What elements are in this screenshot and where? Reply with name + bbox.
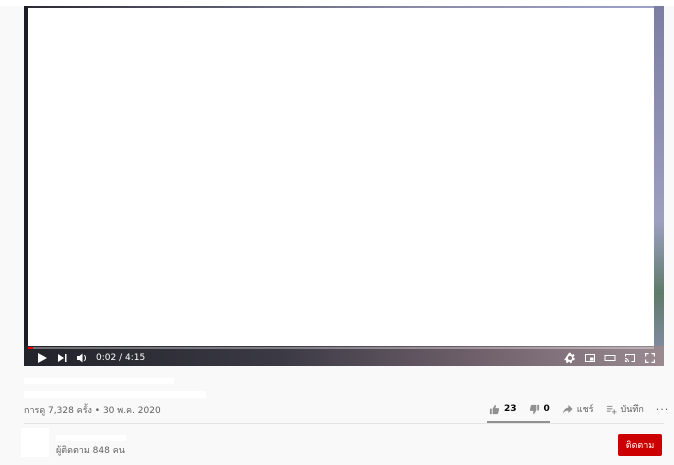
video-title-line-1 — [24, 378, 174, 384]
next-icon[interactable] — [54, 350, 70, 366]
share-button[interactable]: แชร์ — [562, 402, 594, 416]
player-controls: 0:02 / 4:15 — [24, 349, 664, 366]
save-label: บันทึก — [620, 405, 644, 415]
dislike-button[interactable]: 0 — [529, 404, 550, 415]
playlist-add-icon — [606, 405, 617, 414]
subscriber-count: ผู้ติดตาม 848 คน — [56, 446, 125, 456]
settings-icon[interactable] — [562, 350, 578, 366]
volume-icon[interactable] — [74, 350, 90, 366]
video-content[interactable] — [28, 8, 654, 348]
thumbs-down-icon — [529, 404, 539, 414]
video-title-line-2 — [24, 391, 206, 398]
like-count: 23 — [504, 404, 517, 414]
time-display: 0:02 / 4:15 — [96, 352, 146, 363]
video-actions: 23 0 แชร์ บันทึก ··· — [489, 402, 669, 416]
cast-icon[interactable] — [622, 350, 638, 366]
share-label: แชร์ — [576, 405, 594, 415]
like-button[interactable]: 23 — [489, 404, 517, 415]
play-icon[interactable] — [34, 350, 50, 366]
more-actions-icon[interactable]: ··· — [656, 403, 670, 416]
fullscreen-icon[interactable] — [642, 350, 658, 366]
channel-name[interactable] — [56, 435, 126, 441]
video-frame-right-edge — [654, 6, 664, 366]
view-count-date: การดู 7,328 ครั้ง • 30 พ.ค. 2020 — [24, 406, 161, 416]
thumbs-up-icon — [489, 404, 500, 414]
subscribe-button[interactable]: ติดตาม — [618, 434, 662, 456]
theater-icon[interactable] — [602, 350, 618, 366]
channel-avatar[interactable] — [21, 428, 49, 457]
share-icon — [562, 404, 573, 414]
video-player[interactable]: 0:02 / 4:15 — [24, 6, 664, 366]
save-button[interactable]: บันทึก — [606, 402, 644, 416]
divider — [24, 423, 664, 424]
dislike-count: 0 — [543, 404, 550, 414]
miniplayer-icon[interactable] — [582, 350, 598, 366]
